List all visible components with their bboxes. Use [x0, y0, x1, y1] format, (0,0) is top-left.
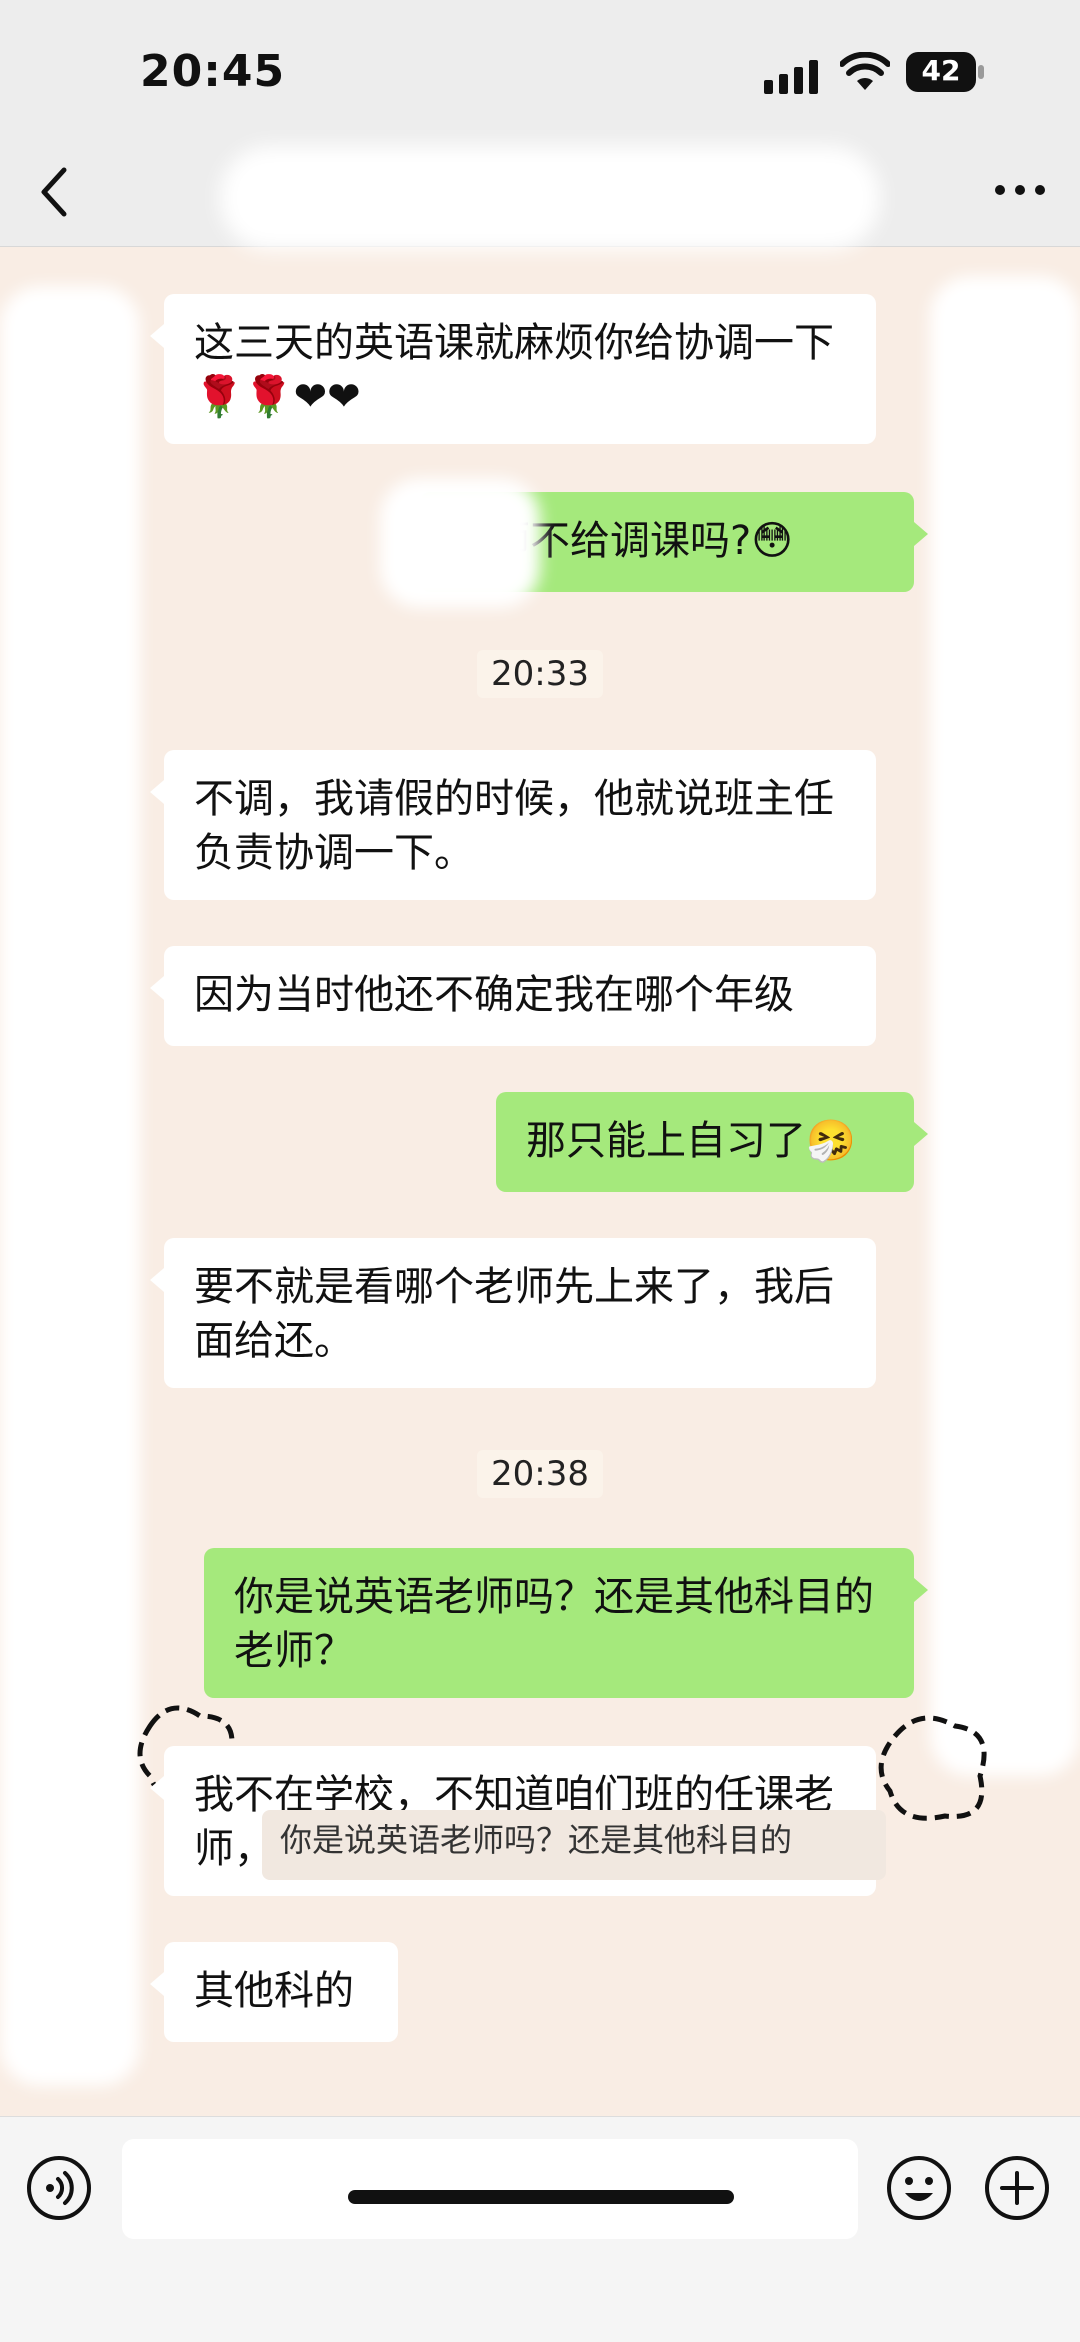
message-text: 你是说英语老师吗？还是其他科目的老师？ [234, 1574, 874, 1674]
message-input[interactable] [122, 2139, 858, 2239]
message-text: 要不就是看哪个老师先上来了，我后面给还。 [194, 1264, 834, 1364]
smile-icon[interactable] [886, 2155, 952, 2221]
quoted-message[interactable]: 你是说英语老师吗？还是其他科目的 [262, 1810, 886, 1880]
status-bar: 20:45 42 [0, 0, 1080, 140]
timestamp: 20:38 [0, 1450, 1080, 1498]
chat-title [220, 146, 880, 250]
message-bubble[interactable]: 这三天的英语课就麻烦你给协调一下🌹🌹❤❤ [150, 294, 876, 444]
signal-icon [764, 60, 818, 94]
timestamp: 20:33 [0, 650, 1080, 698]
message-bubble[interactable]: 你是说英语老师吗？还是其他科目的老师？ [204, 1548, 928, 1698]
chat-header [0, 140, 1080, 250]
message-bubble[interactable]: 其他科的 [150, 1942, 398, 2042]
battery-level: 42 [921, 54, 961, 87]
message-bubble[interactable]: 要不就是看哪个老师先上来了，我后面给还。 [150, 1238, 876, 1388]
message-bubble[interactable]: 因为当时他还不确定我在哪个年级 [150, 946, 876, 1046]
doodle-sticker [878, 1715, 987, 1821]
voice-icon[interactable] [26, 2155, 92, 2221]
message-text: 因为当时他还不确定我在哪个年级 [194, 972, 794, 1018]
message-text: 这三天的英语课就麻烦你给协调一下🌹🌹❤❤ [194, 320, 834, 420]
avatar-mask-right [930, 276, 1080, 1776]
message-text: 那只能上自习了🤧 [526, 1118, 856, 1164]
avatar-mask [0, 286, 140, 2086]
ellipsis-icon[interactable] [990, 170, 1050, 210]
blur-mask [380, 478, 540, 608]
message-bubble[interactable]: 那只能上自习了🤧 [496, 1092, 928, 1192]
home-indicator[interactable] [348, 2190, 734, 2204]
chevron-left-icon[interactable] [34, 162, 74, 222]
battery-icon: 42 [906, 52, 984, 92]
message-bubble[interactable]: 不调，我请假的时候，他就说班主任负责协调一下。 [150, 750, 876, 900]
message-text: 其他科的 [194, 1968, 354, 2014]
wifi-icon [840, 52, 890, 90]
message-text: 不调，我请假的时候，他就说班主任负责协调一下。 [194, 776, 834, 876]
status-time: 20:45 [140, 46, 286, 97]
plus-icon[interactable] [984, 2155, 1050, 2221]
input-bar [0, 2116, 1080, 2342]
